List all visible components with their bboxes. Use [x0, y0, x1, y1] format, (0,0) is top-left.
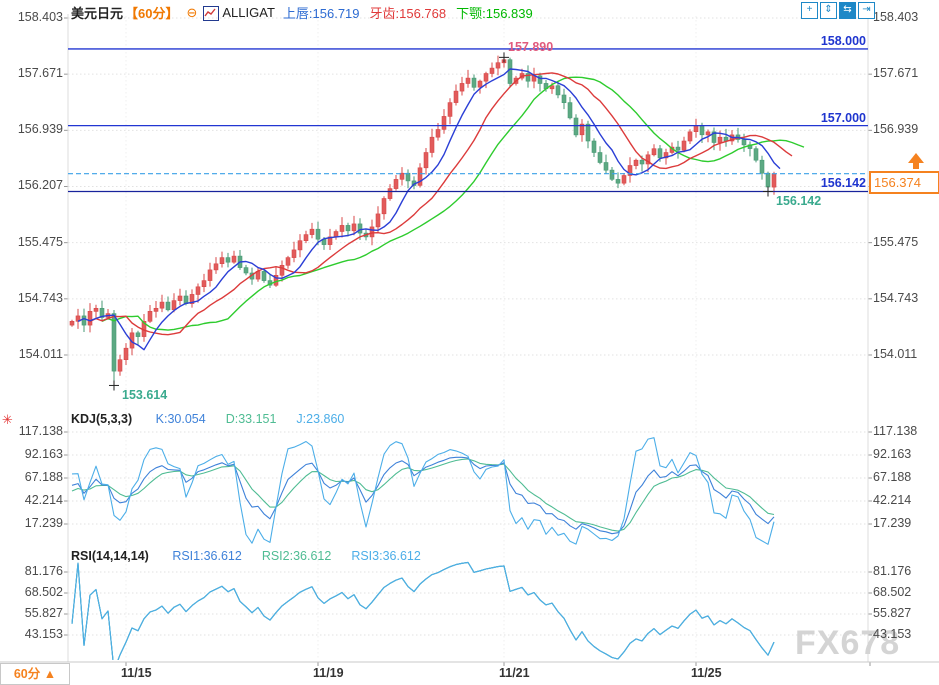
kdj-title: KDJ(5,3,3)	[71, 412, 132, 426]
rsi-legend-item: RSI3:36.612	[351, 549, 421, 563]
zoom-horizontal-icon[interactable]: ⇆	[839, 2, 856, 19]
rsi-name: RSI	[71, 549, 92, 563]
kdj-legend-item: K:30.054	[155, 412, 206, 426]
chart-window: 美元日元 【60分】 ⊖ ALLIGAT 上唇:156.719 牙齿:156.76…	[0, 0, 939, 685]
exit-right-icon[interactable]: ⇥	[858, 2, 875, 19]
watermark: FX678	[795, 624, 901, 662]
current-price-box: 156.374	[869, 171, 939, 194]
current-price-value: 156.374	[874, 175, 921, 190]
rsi-legend-item: RSI2:36.612	[261, 549, 332, 563]
alligator-legend-item: 牙齿:156.768	[369, 6, 447, 21]
collapse-icon[interactable]: ⊖	[186, 5, 197, 21]
rsi-params: (14,14,14)	[91, 549, 149, 563]
chevron-up-icon: ▲	[43, 667, 57, 681]
alligator-legend-item: 下颚:156.839	[456, 6, 533, 21]
indicator-name: ALLIGAT	[222, 5, 275, 20]
period-selector-label: 60分	[13, 667, 41, 681]
kdj-header: KDJ(5,3,3) K:30.054 D:33.151 J:23.860	[71, 412, 354, 426]
kdj-legend-item: D:33.151	[225, 412, 277, 426]
kdj-name: KDJ	[71, 412, 97, 426]
alligator-legend: 上唇:156.719 牙齿:156.768 下颚:156.839	[283, 3, 543, 22]
crosshair-icon[interactable]: +	[801, 2, 818, 19]
indicator-settings-icon[interactable]: ✳	[2, 412, 13, 428]
chart-header: 美元日元 【60分】 ⊖ ALLIGAT 上唇:156.719 牙齿:156.76…	[71, 3, 543, 22]
line-chart-icon	[203, 6, 220, 21]
rsi-header: RSI(14,14,14) RSI1:36.612 RSI2:36.612 RSI3…	[71, 549, 431, 563]
zoom-vertical-icon[interactable]: ⇕	[820, 2, 837, 19]
price-up-arrow-stem	[913, 162, 919, 169]
kdj-legend-item: J:23.860	[296, 412, 345, 426]
period-selector[interactable]: 60分 ▲	[0, 663, 70, 685]
chart-canvas[interactable]	[0, 0, 939, 685]
kdj-params: (5,3,3)	[96, 412, 133, 426]
rsi-legend-item: RSI1:36.612	[172, 549, 242, 563]
rsi-title: RSI(14,14,14)	[71, 549, 149, 563]
alligator-legend-item: 上唇:156.719	[282, 6, 360, 21]
chart-toolbar: + ⇕ ⇆ ⇥	[801, 2, 875, 19]
period-label: 【60分】	[125, 6, 179, 21]
symbol-name: 美元日元	[71, 6, 124, 21]
